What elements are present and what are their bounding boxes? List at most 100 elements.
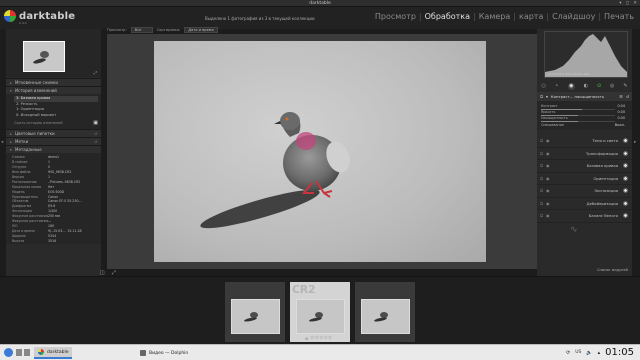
sort-select[interactable]: Дата и время <box>184 26 218 33</box>
main-image[interactable] <box>154 41 486 262</box>
module-name: Тени и света <box>592 138 618 144</box>
reset-icon[interactable]: ↺ <box>626 94 629 99</box>
module-name: Трансформация <box>585 150 618 156</box>
module-item[interactable]: ⏻ ◉ Базовая кривая <box>537 160 632 173</box>
minimize-icon[interactable]: ▾ <box>619 1 621 6</box>
blend-mode-combo[interactable]: Смешивание Выкл. <box>541 122 629 128</box>
darktable-icon <box>38 349 44 355</box>
visibility-icon[interactable]: ◉ <box>546 163 552 168</box>
task-dolphin[interactable]: Видео — Dolphin <box>136 347 192 359</box>
task-darktable[interactable]: darktable <box>34 347 73 359</box>
metadata-key: Высота <box>12 238 25 243</box>
collection-info: Выделено 1 фотография из 3 в текущей кол… <box>205 16 315 21</box>
module-state-icon <box>623 150 628 156</box>
compress-history-button[interactable]: Сжать историю изменений ▣ <box>14 120 98 126</box>
metadata-list: Съёмка demo1 В съёмке 1 Отгрупп. 0 Имя файла IM… <box>6 153 101 244</box>
view-tethering[interactable]: Камера <box>479 12 511 21</box>
metadata-row: Высота 3516 <box>12 239 98 244</box>
module-header[interactable]: ⏻ ▾ Контраст... насыщенность ☰ ↺ <box>537 92 632 101</box>
visibility-icon[interactable]: ◉ <box>546 188 552 193</box>
module-state-icon <box>623 163 628 169</box>
group-favorites-icon[interactable]: ✎ <box>623 83 627 89</box>
filmstrip: CR2 ⊘ ☆☆☆☆☆ <box>0 276 640 344</box>
section-snapshots[interactable]: ▸ Мгновенные снимки <box>6 78 101 86</box>
system-tray: ⟳ US 🔈 ▴ 01:05 <box>566 347 634 358</box>
histogram[interactable]: 1/400 f/5.6 250 мм ISO 160 <box>544 31 628 78</box>
app-name: darktable <box>19 10 76 22</box>
reset-icon[interactable]: ↺ <box>94 132 97 136</box>
file-extension: CR2 <box>292 283 316 296</box>
module-state-icon <box>623 175 628 181</box>
group-color-icon[interactable]: ◐ <box>584 83 588 89</box>
visibility-icon[interactable]: ◉ <box>546 201 552 206</box>
group-basic-icon[interactable]: ⚬ <box>555 83 559 89</box>
histogram-exif: 1/400 f/5.6 250 мм ISO 160 <box>548 72 590 76</box>
module-name: Дебайеризация <box>586 200 618 206</box>
module-state-icon <box>623 138 628 144</box>
visibility-icon[interactable]: ◉ <box>546 138 552 143</box>
left-panel-toggle-icon[interactable]: ◂ <box>1 140 3 145</box>
darktable-logo-icon <box>4 10 16 22</box>
reject-icon[interactable]: ⊘ <box>305 336 308 341</box>
app-logo: darktable 2.4.4 <box>4 10 76 25</box>
metadata-value: 3516 <box>48 238 57 243</box>
pager[interactable] <box>16 349 30 356</box>
visibility-icon[interactable]: ◉ <box>546 213 552 218</box>
updates-icon[interactable]: ⟳ <box>566 350 570 356</box>
zoom-icon[interactable]: ⤢ <box>94 70 97 75</box>
history-item[interactable]: 0: Исходный вариант <box>14 113 98 119</box>
module-item[interactable]: ⏻ ◉ Трансформация <box>537 148 632 160</box>
module-item[interactable]: ⏻ ◉ Ориентация <box>537 173 632 185</box>
group-correct-icon[interactable]: ⊙ <box>597 83 601 89</box>
sort-label: Сортировка: <box>156 27 181 32</box>
filmstrip-thumbnail[interactable] <box>355 282 415 342</box>
power-icon[interactable]: ⏻ <box>540 94 543 99</box>
tray-expand-icon[interactable]: ▴ <box>598 350 601 356</box>
reset-icon[interactable]: ↺ <box>94 140 97 144</box>
group-effect-icon[interactable]: ◎ <box>610 83 614 89</box>
module-list: ⏻ ◉ Тени и света ⏻ ◉ Трансформация ⏻ ◉ Базовая к… <box>537 135 632 223</box>
taskbar: darktable Видео — Dolphin ⟳ US 🔈 ▴ 01:05 <box>0 344 640 360</box>
module-item[interactable]: ⏻ ◉ Баланс белого <box>537 210 632 223</box>
module-item[interactable]: ⏻ ◉ Дебайеризация <box>537 198 632 210</box>
visibility-icon[interactable]: ◉ <box>546 176 552 181</box>
filmstrip-thumbnail-active[interactable]: CR2 ⊘ ☆☆☆☆☆ <box>290 282 350 342</box>
module-state-icon <box>623 188 628 194</box>
view-filter-select[interactable]: Все <box>130 26 153 33</box>
group-active-modules-icon[interactable]: ○ <box>541 83 545 89</box>
module-colisa: ⏻ ▾ Контраст... насыщенность ☰ ↺ Контрас… <box>537 92 632 130</box>
create-style-icon[interactable]: ▣ <box>93 120 98 126</box>
app-launcher-icon[interactable] <box>4 348 13 357</box>
module-group-tabs: ○ ⚬ ◉ ◐ ⊙ ◎ ✎ <box>537 80 632 92</box>
module-item[interactable]: ⏻ ◉ Тени и света <box>537 135 632 148</box>
view-lighttable[interactable]: Просмотр <box>375 12 416 21</box>
close-icon[interactable]: ✕ <box>633 1 637 6</box>
window-titlebar: darktable ▾ ◻ ✕ <box>0 0 640 7</box>
star-rating[interactable]: ☆☆☆☆☆ <box>310 335 332 341</box>
module-item[interactable]: ⏻ ◉ Экспозиция <box>537 185 632 198</box>
keyboard-layout[interactable]: US <box>575 350 581 355</box>
filmstrip-thumbnail[interactable] <box>225 282 285 342</box>
section-color-pickers[interactable]: ▸ Цветовые пипетки ↺ <box>6 129 101 137</box>
view-darkroom[interactable]: Обработка <box>425 12 470 21</box>
right-panel-toggle-icon[interactable]: ▸ <box>634 140 636 145</box>
left-panel: ⤢ ▸ Мгновенные снимки ▾ История изменени… <box>6 29 101 276</box>
group-tone-icon[interactable]: ◉ <box>567 82 575 90</box>
presets-icon[interactable]: ☰ <box>619 94 622 99</box>
more-modules-link[interactable]: Список модулей <box>537 266 632 275</box>
volume-icon[interactable]: 🔈 <box>586 350 592 356</box>
view-map[interactable]: карта <box>519 12 543 21</box>
pigeon-photo <box>200 112 350 229</box>
module-name: Экспозиция <box>594 188 618 194</box>
section-metadata[interactable]: ▾ Метаданные <box>6 145 101 153</box>
navigation-preview[interactable]: ⤢ <box>6 29 101 77</box>
view-slideshow[interactable]: Слайдшоу <box>552 12 595 21</box>
maximize-icon[interactable]: ◻ <box>625 1 629 6</box>
visibility-icon[interactable]: ◉ <box>546 151 552 156</box>
section-history[interactable]: ▾ История изменений <box>6 86 101 94</box>
module-name: Баланс белого <box>588 213 618 219</box>
view-print[interactable]: Печать <box>604 12 634 21</box>
collapse-arrow-icon: ▾ <box>546 94 548 99</box>
section-tags[interactable]: ▸ Метки ↺ <box>6 137 101 145</box>
clock[interactable]: 01:05 <box>605 347 634 358</box>
